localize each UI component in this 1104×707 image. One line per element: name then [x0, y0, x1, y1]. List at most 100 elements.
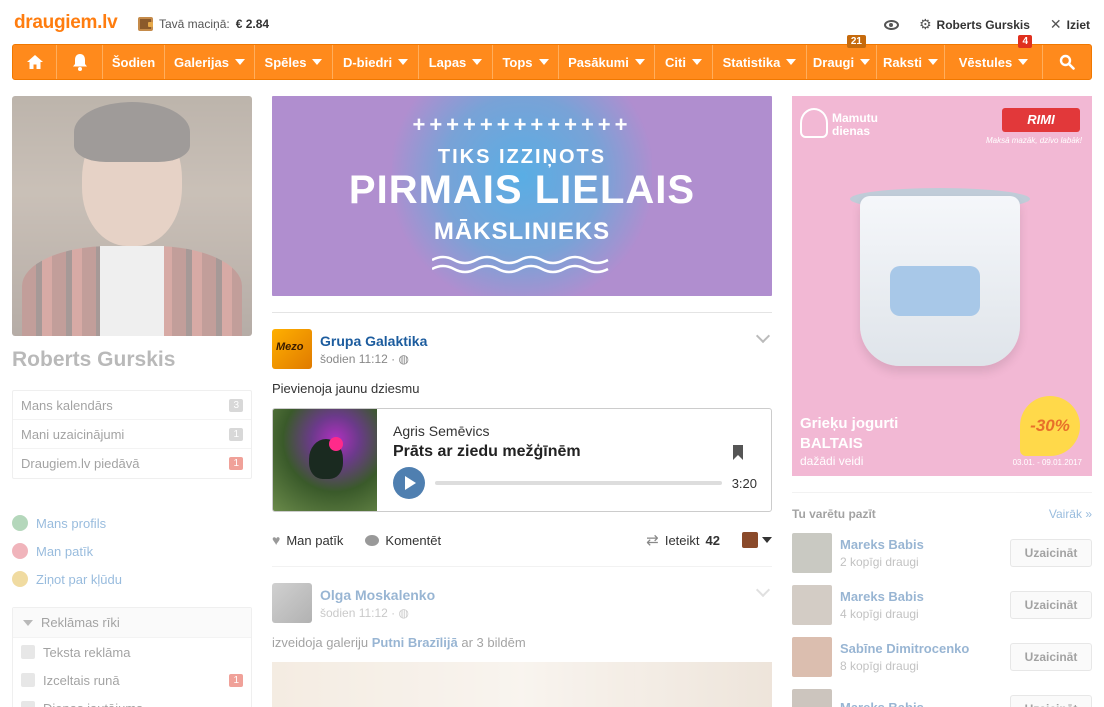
nav-vestules[interactable]: Vēstules 4 [945, 35, 1043, 79]
profile-photo[interactable] [12, 96, 252, 336]
share-as-avatar[interactable] [742, 532, 758, 548]
nav-badge: 4 [1018, 35, 1032, 48]
nav-galerijas[interactable]: Galerijas [165, 45, 255, 79]
top-bar: draugiem.lv Tavā maciņā: € 2.84 ⚙ Roberts… [0, 0, 1104, 44]
nav-notifications[interactable] [57, 45, 103, 79]
link-label: Mans profils [36, 515, 107, 531]
globe-icon: ◍ [398, 606, 409, 620]
nav-speles[interactable]: Spēles [255, 45, 333, 79]
song-title[interactable]: Prāts ar ziedu mežģīnēm [393, 443, 757, 461]
nav-label: Tops [502, 54, 533, 70]
song-artist[interactable]: Agris Semēvics [393, 423, 757, 439]
caret-down-icon[interactable] [762, 537, 772, 543]
caret-down-icon [312, 59, 323, 65]
feed-post: Grupa Galaktika šodien 11:12 · ◍ Pievien… [272, 312, 772, 550]
main-nav: Šodien Galerijas Spēles D-biedri Lapas Tops Pa… [12, 35, 1092, 80]
square-icon [21, 645, 35, 659]
nav-lapas[interactable]: Lapas [419, 45, 493, 79]
suggestion-name[interactable]: Sabīne Dimitrocenko [840, 641, 1010, 656]
banner-line-2: PIRMAIS LIELAIS [348, 168, 696, 212]
bell-icon [72, 54, 87, 71]
invite-button[interactable]: Uzaicināt [1010, 539, 1092, 567]
nav-label: Citi [665, 54, 686, 70]
waves-icon [432, 255, 609, 274]
caret-down-icon [928, 59, 939, 65]
user-settings-link[interactable]: ⚙ Roberts Gurskis [919, 16, 1030, 33]
count-badge: 1 [229, 457, 243, 470]
invite-button[interactable]: Uzaicināt [1010, 695, 1092, 707]
banner-line-3: MĀKSLINIEKS [433, 218, 611, 245]
nav-tops[interactable]: Tops [493, 45, 559, 79]
post-author[interactable]: Grupa Galaktika [320, 333, 427, 349]
user-avatar[interactable] [272, 583, 312, 623]
eye-icon [883, 19, 899, 30]
profile-link[interactable]: Ziņot par kļūdu [12, 565, 252, 593]
suggestion-avatar[interactable] [792, 689, 832, 707]
nav-dbiedri[interactable]: D-biedri [333, 45, 419, 79]
profile-name[interactable]: Roberts Gurskis [12, 348, 252, 372]
nav-pasakumi[interactable]: Pasākumi [559, 45, 655, 79]
nav-citi[interactable]: Citi [655, 45, 713, 79]
profile-link[interactable]: Man patīk [12, 537, 252, 565]
bookmark-icon[interactable] [733, 445, 743, 460]
share-button[interactable]: ⇄ Ieteikt 42 [646, 531, 720, 549]
ad-tools: Reklāmas rīki Teksta reklāma Izceltais ru… [12, 607, 252, 707]
ad-tool-item[interactable]: Izceltais runā 1 [13, 666, 251, 694]
caret-down-icon [538, 59, 549, 65]
promo-banner[interactable]: +++++++++++++ TIKS IZZIŅOTS PIRMAIS LIEL… [272, 96, 772, 296]
profile-menu-item[interactable]: Mani uzaicinājumi 1 [13, 420, 251, 449]
invite-button[interactable]: Uzaicināt [1010, 591, 1092, 619]
visibility-toggle[interactable] [883, 19, 899, 30]
gallery-photo[interactable] [272, 662, 772, 707]
menu-label: Mani uzaicinājumi [21, 426, 125, 442]
nav-label: Galerijas [174, 54, 229, 70]
profile-links: Mans profils Man patīk Ziņot par kļūdu [12, 509, 252, 593]
ad-tools-header[interactable]: Reklāmas rīki [13, 608, 251, 638]
nav-label: Raksti [882, 54, 923, 70]
site-logo[interactable]: draugiem.lv [14, 12, 118, 34]
ad-tool-item[interactable]: Teksta reklāma [13, 638, 251, 666]
nav-raksti[interactable]: Raksti [877, 45, 945, 79]
elephant-icon [800, 108, 828, 138]
logout-link[interactable]: ✕ Iziet [1050, 16, 1090, 33]
music-player: Agris Semēvics Prāts ar ziedu mežģīnēm 3… [272, 408, 772, 512]
profile-menu-item[interactable]: Mans kalendārs 3 [13, 391, 251, 420]
ad-tool-item[interactable]: Dienas jautājums [13, 694, 251, 707]
nav-draugi[interactable]: Draugi 21 [807, 35, 877, 79]
group-avatar[interactable] [272, 329, 312, 369]
wallet[interactable]: Tavā maciņā: € 2.84 [138, 17, 269, 31]
suggestion-avatar[interactable] [792, 533, 832, 573]
nav-badge: 21 [846, 35, 866, 48]
play-button[interactable] [393, 467, 425, 499]
nav-search[interactable] [1043, 45, 1091, 79]
nav-label: Statistika [722, 54, 781, 70]
suggestion-avatar[interactable] [792, 637, 832, 677]
nav-home[interactable] [13, 45, 57, 79]
nav-label: Vēstules [958, 54, 1013, 70]
comment-button[interactable]: Komentēt [365, 533, 441, 548]
feed-post: Olga Moskalenko šodien 11:12 · ◍ izveido… [272, 566, 772, 707]
nav-statistika[interactable]: Statistika [713, 45, 807, 79]
like-button[interactable]: ♥ Man patīk [272, 532, 343, 548]
heart-icon: ♥ [272, 532, 281, 548]
nav-label: Draugi [812, 54, 855, 70]
more-link[interactable]: Vairāk » [1049, 507, 1092, 521]
ad-banner[interactable]: Mamutu dienas RIMI Maksā mazāk, dzīvo lab… [792, 96, 1092, 476]
suggestion-name[interactable]: Mareks Babis [840, 537, 1010, 552]
progress-track[interactable] [435, 481, 722, 485]
song-cover[interactable] [273, 409, 377, 511]
wallet-icon [138, 17, 153, 31]
suggestion-name[interactable]: Mareks Babis [840, 700, 1010, 707]
nav-sodien[interactable]: Šodien [103, 45, 165, 79]
suggestion-avatar[interactable] [792, 585, 832, 625]
post-author[interactable]: Olga Moskalenko [320, 587, 435, 603]
home-icon [26, 55, 43, 69]
gallery-link[interactable]: Putni Brazīlijā [372, 635, 458, 650]
profile-menu-item[interactable]: Draugiem.lv piedāvā 1 [13, 449, 251, 478]
invite-button[interactable]: Uzaicināt [1010, 643, 1092, 671]
menu-label: Draugiem.lv piedāvā [21, 456, 140, 471]
post-time: šodien 11:12 [320, 606, 388, 620]
profile-link[interactable]: Mans profils [12, 509, 252, 537]
suggestion-name[interactable]: Mareks Babis [840, 589, 1010, 604]
caret-down-icon [634, 59, 645, 65]
